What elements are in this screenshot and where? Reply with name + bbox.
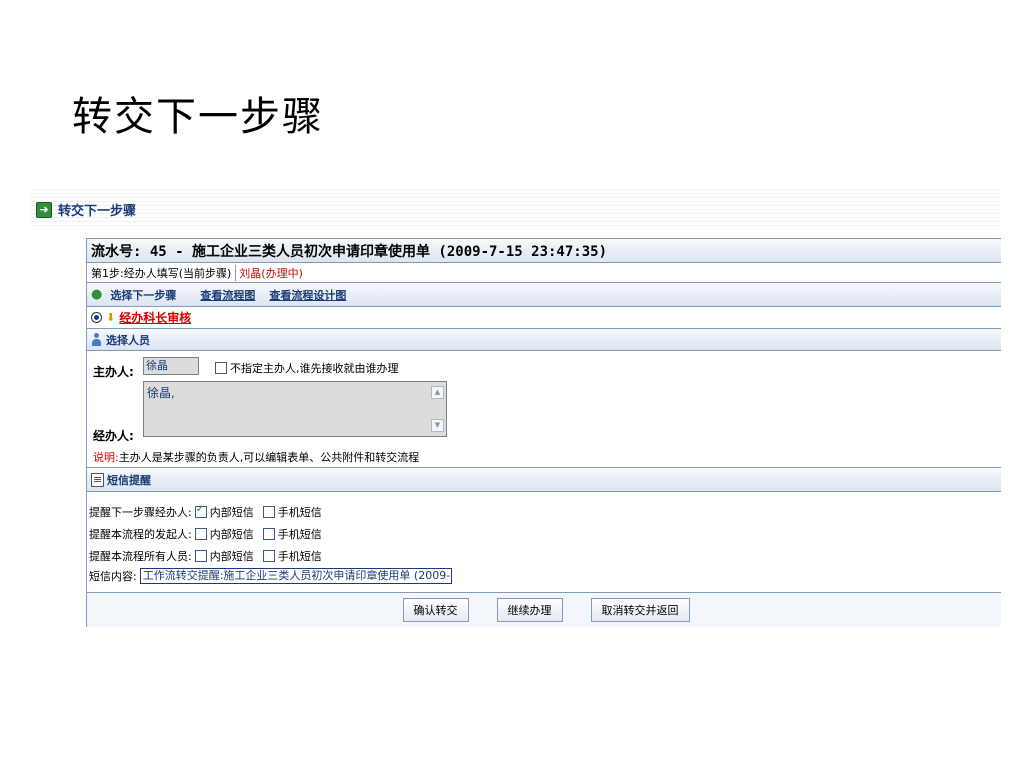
sms-block: 提醒下一步骤经办人: 内部短信 手机短信 提醒本流程的发起人: 内部短信 手机短… bbox=[87, 492, 1001, 593]
note-text: 主办人是某步骤的负责人,可以编辑表单、公共附件和转交流程 bbox=[118, 451, 420, 464]
bulb-icon: ● bbox=[91, 287, 103, 302]
mobile-sms-label: 手机短信 bbox=[277, 506, 322, 519]
node-link[interactable]: 经办科长审核 bbox=[119, 309, 191, 326]
sms-row-label: 提醒本流程的发起人: bbox=[89, 528, 192, 541]
page-header: ➜ 转交下一步骤 bbox=[36, 200, 136, 219]
co-handler-textarea[interactable]: 徐晶, ▲ ▼ bbox=[143, 381, 447, 437]
note-line: 说明:主办人是某步骤的负责人,可以编辑表单、公共附件和转交流程 bbox=[93, 449, 419, 465]
internal-sms-checkbox[interactable] bbox=[194, 528, 207, 540]
mobile-sms-checkbox[interactable] bbox=[262, 550, 275, 562]
transfer-panel: 流水号: 45 - 施工企业三类人员初次申请印章使用单 (2009-7-15 2… bbox=[86, 238, 1001, 627]
co-handler-value: 徐晶, bbox=[147, 386, 175, 400]
internal-sms-label: 内部短信 bbox=[209, 528, 254, 541]
step-status: 刘晶(办理中) bbox=[235, 264, 303, 281]
view-flowchart-link[interactable]: 查看流程图 bbox=[200, 287, 255, 303]
sms-header-label: 短信提醒 bbox=[107, 473, 151, 487]
select-person-label: 选择人员 bbox=[106, 333, 150, 347]
handler-block: 主办人: 徐晶 不指定主办人,谁先接收就由谁办理 徐晶, ▲ ▼ 经办人: 说明… bbox=[87, 351, 1001, 468]
sms-row-initiator: 提醒本流程的发起人: 内部短信 手机短信 bbox=[89, 526, 322, 542]
sms-content-label: 短信内容: bbox=[89, 570, 137, 583]
next-step-label: 选择下一步骤 bbox=[110, 288, 177, 302]
select-person-header: 选择人员 bbox=[87, 329, 1001, 351]
next-step-header: ● 选择下一步骤 查看流程图 查看流程设计图 bbox=[87, 283, 1001, 307]
note-prefix: 说明: bbox=[93, 451, 119, 464]
view-flow-design-link[interactable]: 查看流程设计图 bbox=[269, 287, 346, 303]
forward-arrow-icon: ➜ bbox=[36, 201, 52, 218]
unassigned-option[interactable]: 不指定主办人,谁先接收就由谁办理 bbox=[215, 360, 399, 376]
unassigned-checkbox[interactable] bbox=[215, 362, 227, 374]
next-node-row: ⬇ 经办科长审核 bbox=[87, 307, 1001, 329]
continue-button[interactable]: 继续办理 bbox=[496, 598, 563, 622]
mobile-sms-checkbox[interactable] bbox=[262, 528, 275, 540]
sms-row-label: 提醒本流程所有人员: bbox=[89, 550, 192, 563]
co-handler-label: 经办人: bbox=[93, 429, 134, 443]
sms-doc-icon bbox=[91, 472, 104, 487]
person-icon bbox=[91, 333, 102, 346]
node-radio[interactable] bbox=[91, 312, 102, 323]
internal-sms-checkbox[interactable] bbox=[194, 550, 207, 562]
internal-sms-label: 内部短信 bbox=[209, 550, 254, 563]
scroll-up-icon[interactable]: ▲ bbox=[431, 386, 444, 399]
internal-sms-label: 内部短信 bbox=[209, 506, 254, 519]
workflow-frame: ➜ 转交下一步骤 流水号: 45 - 施工企业三类人员初次申请印章使用单 (20… bbox=[30, 186, 1001, 680]
page-header-text: 转交下一步骤 bbox=[58, 204, 137, 219]
button-row: 确认转交 继续办理 取消转交并返回 bbox=[87, 593, 1001, 627]
sms-content-input[interactable]: 工作流转交提醒:施工企业三类人员初次申请印章使用单 (2009-7-15 bbox=[139, 568, 452, 584]
internal-sms-checkbox[interactable] bbox=[194, 504, 207, 518]
sms-header: 短信提醒 bbox=[87, 468, 1001, 492]
sms-row-next: 提醒下一步骤经办人: 内部短信 手机短信 bbox=[89, 504, 322, 520]
step-info: 第1步:经办人填写(当前步骤) 刘晶(办理中) bbox=[87, 263, 1001, 283]
header-stripes bbox=[30, 186, 1000, 226]
confirm-transfer-button[interactable]: 确认转交 bbox=[402, 598, 469, 622]
step-prefix: 第1步:经办人填写(当前步骤) bbox=[91, 266, 232, 280]
sms-row-all: 提醒本流程所有人员: 内部短信 手机短信 bbox=[89, 548, 322, 564]
main-handler-input[interactable]: 徐晶 bbox=[143, 357, 199, 375]
mobile-sms-label: 手机短信 bbox=[277, 528, 322, 541]
cancel-transfer-button[interactable]: 取消转交并返回 bbox=[590, 598, 690, 622]
sms-row-label: 提醒下一步骤经办人: bbox=[89, 506, 192, 519]
down-arrow-icon: ⬇ bbox=[106, 311, 116, 324]
mobile-sms-label: 手机短信 bbox=[277, 550, 322, 563]
flow-title: 流水号: 45 - 施工企业三类人员初次申请印章使用单 (2009-7-15 2… bbox=[87, 239, 1001, 263]
main-handler-label: 主办人: bbox=[93, 365, 134, 379]
mobile-sms-checkbox[interactable] bbox=[262, 506, 275, 518]
slide-title: 转交下一步骤 bbox=[72, 94, 324, 140]
scroll-down-icon[interactable]: ▼ bbox=[431, 419, 444, 432]
sms-content-row: 短信内容: 工作流转交提醒:施工企业三类人员初次申请印章使用单 (2009-7-… bbox=[89, 568, 452, 584]
unassigned-label: 不指定主办人,谁先接收就由谁办理 bbox=[230, 362, 399, 375]
